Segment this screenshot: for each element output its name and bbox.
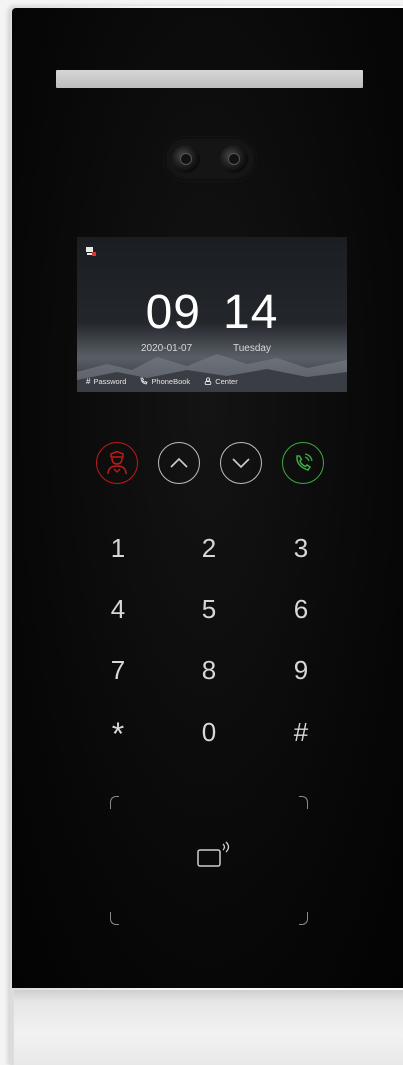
scroll-up-button[interactable] xyxy=(158,442,200,484)
key-7[interactable]: 7 xyxy=(98,650,138,690)
center-icon xyxy=(204,377,212,385)
hash-icon: # xyxy=(86,376,91,386)
key-6[interactable]: 6 xyxy=(281,589,321,629)
clock-hours: 09 xyxy=(145,286,201,339)
footer-center-label: Center xyxy=(215,376,238,386)
footer-center[interactable]: Center xyxy=(204,377,238,386)
key-9[interactable]: 9 xyxy=(281,650,321,690)
guard-button[interactable] xyxy=(96,442,138,484)
key-4[interactable]: 4 xyxy=(98,589,138,629)
key-star[interactable]: * xyxy=(98,714,138,754)
key-3[interactable]: 3 xyxy=(281,528,321,568)
clock-weekday: Tuesday xyxy=(233,343,271,354)
key-0[interactable]: 0 xyxy=(189,712,229,752)
dual-camera xyxy=(164,137,256,181)
camera-lens-right xyxy=(220,145,248,173)
card-area-corner xyxy=(110,912,119,925)
bottom-trim xyxy=(14,990,403,1065)
chevron-up-icon xyxy=(170,457,188,468)
nfc-card-icon[interactable] xyxy=(196,840,236,870)
light-strip xyxy=(56,70,363,88)
clock-time: 09 14 xyxy=(77,285,347,340)
key-hash[interactable]: # xyxy=(281,712,321,752)
display-screen: 09 14 2020-01-07 Tuesday # Password Phone… xyxy=(77,237,347,392)
phone-call-icon xyxy=(296,453,313,471)
footer-phonebook-label: PhoneBook xyxy=(151,376,191,386)
footer-phonebook[interactable]: PhoneBook xyxy=(140,377,190,386)
clock-minutes: 14 xyxy=(223,286,279,339)
footer-password-label: Password xyxy=(93,376,127,386)
camera-lens-left xyxy=(172,145,200,173)
chevron-down-icon xyxy=(232,458,250,469)
card-area-corner xyxy=(299,796,308,809)
card-area-corner xyxy=(110,796,119,809)
scroll-down-button[interactable] xyxy=(220,442,262,484)
key-2[interactable]: 2 xyxy=(189,528,229,568)
network-status-icon xyxy=(86,247,96,256)
call-button[interactable] xyxy=(282,442,324,484)
footer-password[interactable]: # Password xyxy=(86,377,126,386)
key-8[interactable]: 8 xyxy=(189,650,229,690)
key-5[interactable]: 5 xyxy=(189,589,229,629)
clock-date: 2020-01-07 xyxy=(141,343,193,354)
guard-icon xyxy=(107,450,127,475)
phone-book-icon xyxy=(140,377,148,385)
screen-footer: # Password PhoneBook Center xyxy=(77,370,347,392)
key-1[interactable]: 1 xyxy=(98,528,138,568)
